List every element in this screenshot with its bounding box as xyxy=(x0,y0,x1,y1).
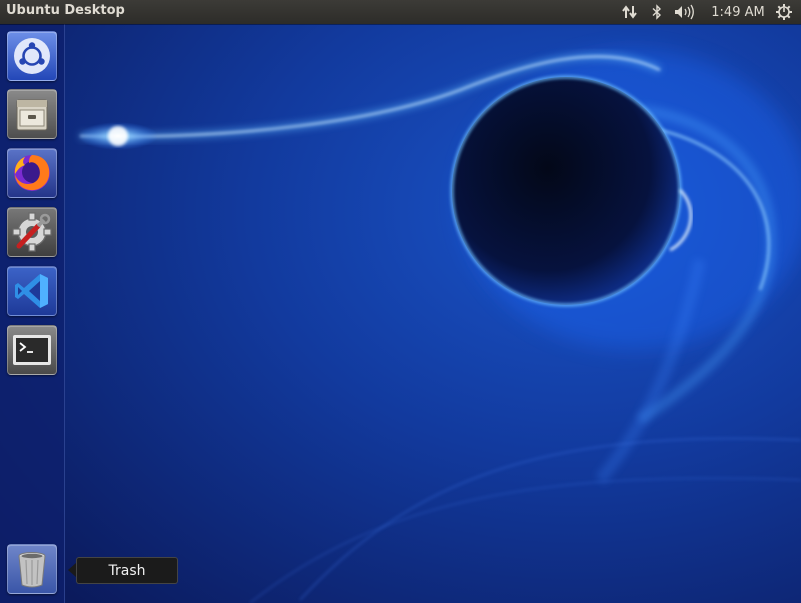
launcher-item-terminal[interactable] xyxy=(7,325,57,375)
launcher-item-visual-studio-code[interactable] xyxy=(7,266,57,316)
settings-wrench-gear-icon xyxy=(12,212,52,252)
desktop-wallpaper xyxy=(0,0,801,603)
file-cabinet-icon xyxy=(16,99,48,131)
volume-icon xyxy=(675,4,694,20)
trash-icon xyxy=(18,552,46,588)
bluetooth-icon xyxy=(652,4,662,20)
launcher-item-files[interactable] xyxy=(7,89,57,139)
terminal-icon xyxy=(13,335,51,365)
launcher-item-trash[interactable] xyxy=(7,544,57,594)
launcher-item-system-settings[interactable] xyxy=(7,207,57,257)
network-indicator[interactable] xyxy=(618,0,642,24)
firefox-icon xyxy=(14,155,50,191)
network-updown-icon xyxy=(622,5,637,19)
vscode-icon xyxy=(15,274,48,308)
launcher xyxy=(0,24,65,603)
sound-indicator[interactable] xyxy=(672,0,696,24)
power-gear-icon xyxy=(776,4,792,20)
tooltip-arrow xyxy=(68,563,76,577)
clock-indicator[interactable]: 1:49 AM xyxy=(706,0,770,24)
session-indicator[interactable] xyxy=(772,0,796,24)
launcher-item-firefox[interactable] xyxy=(7,148,57,198)
ubuntu-logo-icon xyxy=(14,38,50,74)
trash-tooltip: Trash xyxy=(68,557,178,584)
launcher-item-dash-home[interactable] xyxy=(7,31,57,81)
tooltip-label: Trash xyxy=(76,557,178,584)
top-panel: Ubuntu Desktop 1:49 AM xyxy=(0,0,801,24)
bluetooth-indicator[interactable] xyxy=(648,0,666,24)
panel-window-title: Ubuntu Desktop xyxy=(6,3,125,18)
